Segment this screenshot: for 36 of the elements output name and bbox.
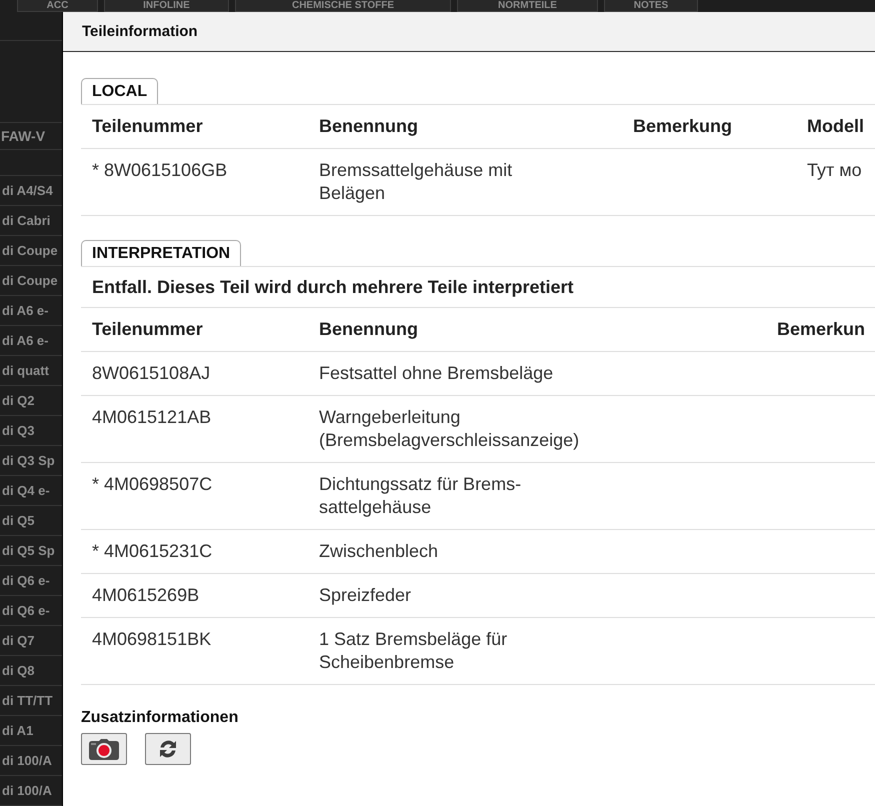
column-header: Bemerkung xyxy=(633,115,734,138)
camera-button[interactable] xyxy=(81,733,127,765)
camera-icon xyxy=(89,738,119,760)
column-header: Benennung xyxy=(319,318,419,341)
table-cell-text: 1 Satz Bremsbeläge für Scheibenbremse xyxy=(319,628,508,674)
section-label: INTERPRETATION xyxy=(81,240,242,266)
note-text: Entfall. Dieses Teil wird durch mehrere Teile interpretiert xyxy=(81,267,875,308)
table-cell-text: * 4M0698507C xyxy=(92,473,214,496)
table-cell-text: 4M0615269B xyxy=(92,584,200,607)
table-cell-text: 4M0698151BK xyxy=(92,628,212,651)
table-cell-text: * 8W0615106GB xyxy=(92,159,228,182)
table-cell-text: Warngeberleitung (Bremsbelagverschleissanzeige) xyxy=(319,406,580,452)
table-cell-text: Тут мо xyxy=(807,159,863,182)
nav-tab[interactable]: NOTES xyxy=(604,0,698,12)
nav-tab[interactable]: INFOLINE xyxy=(104,0,229,12)
column-header: Teilenummer xyxy=(92,115,204,138)
table-cell-text: * 4M0615231C xyxy=(92,540,214,563)
section-heading: Zusatzinformationen xyxy=(81,709,238,727)
column-header: Benennung xyxy=(319,115,419,138)
table-cell: Zwischenblech xyxy=(319,540,438,563)
refresh-button[interactable] xyxy=(145,733,191,765)
nav-tab[interactable]: ACC xyxy=(17,0,98,12)
table-cell: Spreizfeder xyxy=(319,584,412,607)
table-cell-text: Dichtungssatz für Brems-sattelgehäuse xyxy=(319,473,522,519)
table-cell-text: Bremssattelgehäuse mit Belägen xyxy=(319,159,514,205)
table-cell-text: 4M0615121AB xyxy=(92,406,212,429)
nav-tab[interactable]: CHEMISCHE STOFFE xyxy=(235,0,451,12)
nav-tab[interactable]: NORMTEILE xyxy=(457,0,598,12)
refresh-icon xyxy=(157,738,179,760)
column-header: Teilenummer xyxy=(92,318,204,341)
table-cell: Festsattel ohne Bremsbeläge xyxy=(319,362,554,385)
column-header: Bemerkun xyxy=(777,318,864,341)
table-cell-text: 8W0615108AJ xyxy=(92,362,212,385)
dialog-title: Teileinformation xyxy=(82,22,198,40)
section-label: LOCAL xyxy=(81,78,158,104)
column-header: Modell xyxy=(807,115,864,138)
